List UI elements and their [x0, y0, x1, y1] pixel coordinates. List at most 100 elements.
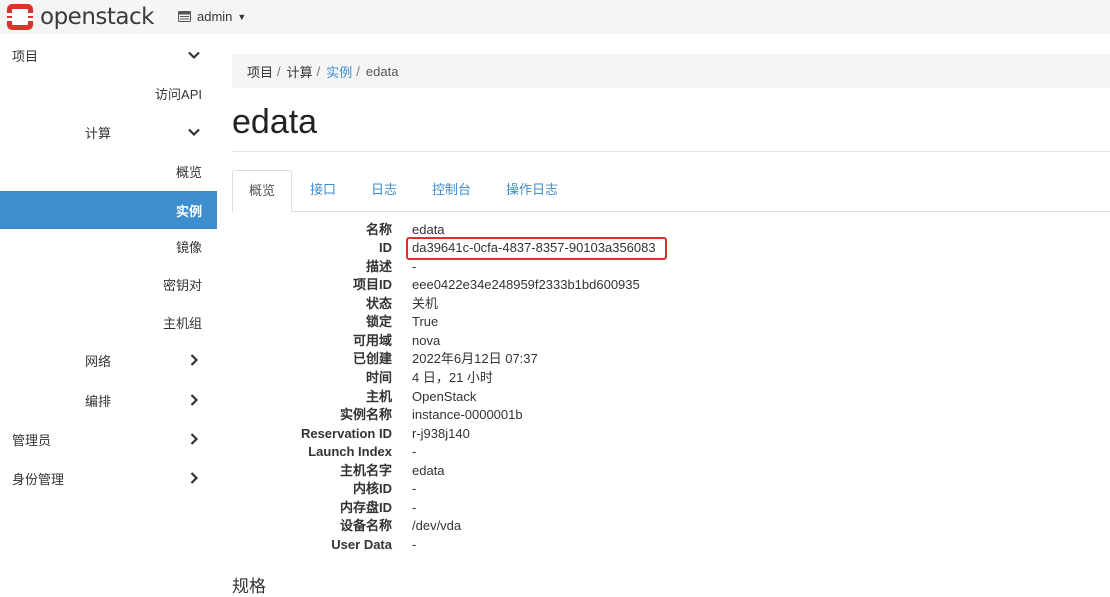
sidebar-item-label: 实例	[175, 203, 202, 219]
project-icon	[178, 11, 191, 22]
instance-tabs: 概览 接口 日志 控制台 操作日志	[232, 170, 1110, 213]
breadcrumb-separator: /	[277, 63, 281, 79]
detail-label: 名称	[365, 222, 392, 237]
detail-label: 主机	[365, 389, 392, 404]
detail-label: 内核ID	[352, 481, 392, 496]
sidebar-item-identity[interactable]: 身份管理	[0, 459, 217, 497]
detail-value: True	[412, 314, 439, 329]
detail-row-created: 已创建 2022年6月12日 07:37	[232, 350, 832, 368]
detail-label: Launch Index	[308, 444, 392, 459]
detail-label: 状态	[365, 296, 392, 311]
project-name: admin	[197, 9, 233, 24]
sidebar-item-key-pairs[interactable]: 密钥对	[0, 265, 217, 303]
detail-value: -	[412, 481, 417, 496]
breadcrumb-item-project: 项目	[247, 64, 274, 80]
section-title-flavor: 规格	[232, 577, 266, 596]
sidebar-item-label: 编排	[85, 393, 112, 409]
sidebar-item-label: 概览	[175, 164, 202, 180]
detail-label: 内存盘ID	[339, 500, 392, 515]
detail-value: edata	[412, 463, 445, 478]
detail-label: 锁定	[365, 314, 392, 329]
detail-value: -	[412, 500, 417, 515]
detail-row-description: 描述 -	[232, 258, 832, 276]
sidebar-item-overview[interactable]: 概览	[0, 152, 217, 190]
detail-row-instance-name: 实例名称 instance-0000001b	[232, 406, 832, 424]
detail-value: 关机	[412, 296, 439, 311]
id-highlight-box	[406, 237, 667, 260]
breadcrumb-separator: /	[316, 63, 321, 79]
detail-label: 实例名称	[339, 407, 392, 422]
detail-value: 4 日，21 小时	[412, 370, 493, 385]
tab-overview[interactable]: 概览	[232, 170, 293, 213]
sidebar-item-label: 网络	[85, 353, 112, 369]
tab-action-log[interactable]: 操作日志	[506, 170, 558, 212]
detail-row-ramdisk-id: 内存盘ID -	[232, 499, 832, 517]
sidebar-item-orchestration[interactable]: 编排	[0, 381, 217, 419]
detail-row-status: 状态 关机	[232, 295, 832, 313]
project-selector[interactable]: admin ▼	[178, 9, 246, 24]
openstack-logo-icon	[7, 4, 33, 30]
detail-value: 2022年6月12日 07:37	[412, 351, 538, 366]
sidebar-item-label: 项目	[12, 48, 39, 64]
sidebar-item-compute[interactable]: 计算	[0, 113, 217, 151]
detail-label: Reservation ID	[300, 426, 392, 441]
sidebar-item-network[interactable]: 网络	[0, 341, 217, 379]
chevron-down-icon	[188, 51, 200, 60]
sidebar-item-label: 身份管理	[12, 471, 65, 487]
chevron-down-icon	[188, 128, 200, 137]
sidebar-item-instances[interactable]: 实例	[0, 191, 217, 229]
sidebar-item-label: 访问API	[155, 86, 202, 102]
breadcrumb-current: edata	[365, 63, 399, 79]
tab-log[interactable]: 日志	[371, 170, 397, 212]
detail-value: -	[412, 444, 417, 459]
detail-label: 时间	[365, 370, 392, 385]
detail-label: 已创建	[352, 351, 392, 366]
detail-value: /dev/vda	[412, 518, 462, 533]
detail-value: instance-0000001b	[412, 407, 523, 422]
breadcrumb-item-compute: 计算	[286, 64, 313, 80]
detail-label: 描述	[365, 259, 392, 274]
detail-label: User Data	[331, 537, 392, 552]
detail-value: eee0422e34e248959f2333b1bd600935	[412, 277, 640, 292]
detail-row-age: 时间 4 日，21 小时	[232, 369, 832, 387]
page-title: edata	[232, 103, 318, 141]
breadcrumb-link-instances[interactable]: 实例	[326, 62, 352, 81]
detail-row-reservation-id: Reservation ID r-j938j140	[232, 425, 832, 443]
sidebar-item-project[interactable]: 项目	[0, 36, 217, 74]
sidebar: 项目 访问API 计算 概览 实例 镜像 密钥对 主机组 网络 编排 管理员 身…	[0, 34, 217, 597]
detail-label: 可用域	[352, 333, 392, 348]
title-divider	[232, 151, 1110, 152]
detail-label: 设备名称	[339, 518, 392, 533]
breadcrumb-separator: /	[356, 63, 360, 79]
breadcrumb: 项目 / 计算 / 实例 / edata	[232, 54, 1110, 88]
detail-value: -	[412, 537, 417, 552]
detail-label: ID	[379, 240, 392, 255]
detail-row-kernel-id: 内核ID -	[232, 480, 832, 498]
detail-row-launch-index: Launch Index -	[232, 443, 832, 461]
detail-value: OpenStack	[412, 389, 477, 404]
detail-row-project-id: 项目ID eee0422e34e248959f2333b1bd600935	[232, 276, 832, 294]
tab-interfaces[interactable]: 接口	[310, 170, 336, 212]
openstack-logo[interactable]: openstack	[6, 3, 154, 31]
detail-label: 项目ID	[352, 277, 392, 292]
detail-row-host: 主机 OpenStack	[232, 388, 832, 406]
sidebar-item-admin[interactable]: 管理员	[0, 420, 217, 458]
detail-value: r-j938j140	[412, 426, 470, 441]
detail-row-hostname: 主机名字 edata	[232, 462, 832, 480]
brand-name: openstack	[40, 4, 154, 30]
sidebar-item-images[interactable]: 镜像	[0, 227, 217, 265]
detail-value: nova	[412, 333, 441, 348]
tab-console[interactable]: 控制台	[432, 170, 471, 212]
top-navbar: openstack admin ▼	[0, 0, 1110, 34]
caret-down-icon: ▼	[237, 11, 247, 22]
sidebar-item-label: 计算	[85, 125, 112, 141]
detail-row-device-name: 设备名称/dev/vda	[232, 517, 832, 535]
detail-label: 主机名字	[339, 463, 392, 478]
sidebar-item-server-groups[interactable]: 主机组	[0, 303, 217, 341]
detail-row-availability-zone: 可用域 nova	[232, 332, 832, 350]
detail-row-user-data: User Data -	[232, 536, 832, 554]
sidebar-item-access-api[interactable]: 访问API	[0, 74, 217, 112]
detail-row-locked: 锁定 True	[232, 313, 832, 331]
sidebar-item-label: 管理员	[12, 432, 52, 448]
detail-value: -	[412, 259, 417, 274]
